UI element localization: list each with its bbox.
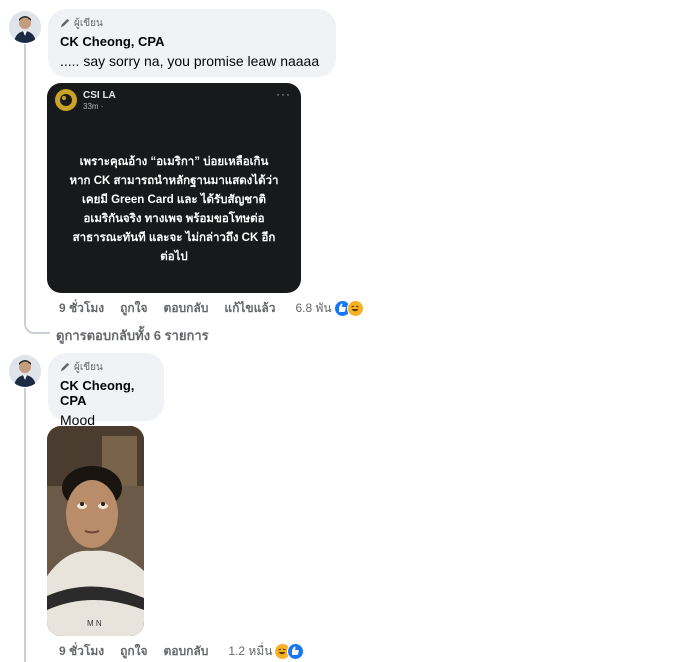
reaction-summary[interactable]: 6.8 พัน (295, 299, 364, 318)
edited-label[interactable]: แก้ไขแล้ว (224, 299, 275, 318)
post-time: 33m · (83, 102, 104, 111)
author-name[interactable]: CK Cheong, CPA (60, 34, 324, 49)
reaction-count: 6.8 พัน (295, 301, 332, 315)
reaction-count: 1.2 หมื่น (228, 644, 273, 658)
thread-line (24, 388, 26, 662)
like-reaction-icon (287, 643, 305, 660)
comment-actions: 9 ชั่วโมง ถูกใจ ตอบกลับ 1.2 หมื่น (59, 642, 305, 661)
comment-time[interactable]: 9 ชั่วโมง (59, 299, 104, 318)
page-name: CSI LA (83, 90, 116, 101)
author-name[interactable]: CK Cheong, CPA (60, 378, 152, 408)
more-icon: ··· (276, 87, 291, 101)
reaction-summary[interactable]: 1.2 หมื่น (228, 642, 305, 661)
thread-line-curve (24, 320, 50, 334)
view-replies-link[interactable]: ดูการตอบกลับทั้ง 6 รายการ (56, 325, 209, 346)
meme-photo[interactable]: M N (47, 426, 144, 636)
like-button[interactable]: ถูกใจ (120, 299, 147, 318)
author-badge-label: ผู้เขียน (74, 362, 103, 373)
reply-button[interactable]: ตอบกลับ (164, 642, 209, 661)
author-badge: ผู้เขียน (60, 361, 152, 374)
pencil-icon (60, 361, 71, 375)
comment-text: ..... say sorry na, you promise leaw naa… (60, 53, 320, 69)
svg-text:M N: M N (87, 619, 102, 628)
comment-time[interactable]: 9 ชั่วโมง (59, 642, 104, 661)
author-badge: ผู้เขียน (60, 17, 324, 30)
pencil-icon (60, 17, 71, 31)
shared-post-screenshot[interactable]: CSI LA 33m · ··· เพราะคุณอ้าง “อเมริกา” … (47, 83, 301, 293)
avatar[interactable] (9, 355, 41, 387)
comment-actions: 9 ชั่วโมง ถูกใจ ตอบกลับ แก้ไขแล้ว 6.8 พั… (59, 299, 364, 318)
thread-line (24, 44, 26, 322)
comment-bubble: ผู้เขียน CK Cheong, CPA ..... say sorry … (48, 9, 336, 77)
post-body: เพราะคุณอ้าง “อเมริกา” บ่อยเหลือเกิน หาก… (69, 156, 279, 263)
avatar[interactable] (9, 11, 41, 43)
haha-reaction-icon (346, 300, 364, 317)
author-badge-label: ผู้เขียน (74, 18, 103, 29)
comment-bubble: ผู้เขียน CK Cheong, CPA Mood (48, 353, 164, 428)
like-button[interactable]: ถูกใจ (120, 642, 147, 661)
reply-button[interactable]: ตอบกลับ (164, 299, 209, 318)
page-avatar (55, 89, 77, 111)
